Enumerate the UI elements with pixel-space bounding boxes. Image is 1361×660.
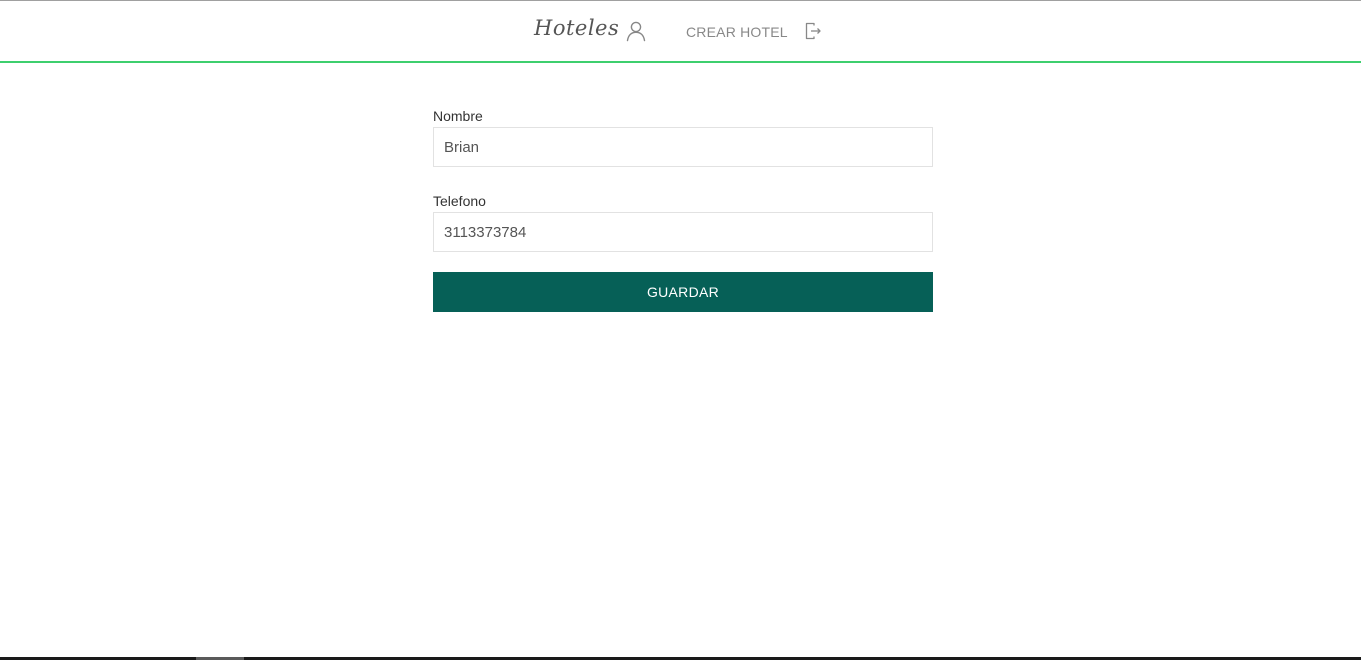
page: Hoteles CREAR HOTEL Nombre Telefono [0,0,1361,660]
phone-input[interactable] [433,212,933,252]
name-input[interactable] [433,127,933,167]
user-icon[interactable] [625,20,647,42]
brand-logo[interactable]: Hoteles [534,16,619,40]
name-label: Nombre [433,108,483,124]
phone-label: Telefono [433,193,486,209]
name-field-group: Nombre [433,106,933,167]
navbar: Hoteles CREAR HOTEL [0,1,1361,63]
nav-link-create-hotel[interactable]: CREAR HOTEL [686,24,788,40]
save-button[interactable]: GUARDAR [433,272,933,312]
phone-field-group: Telefono [433,191,933,252]
navbar-accent-line [0,61,1361,63]
logout-icon[interactable] [803,21,823,41]
hotel-form: Nombre Telefono GUARDAR [433,106,933,312]
